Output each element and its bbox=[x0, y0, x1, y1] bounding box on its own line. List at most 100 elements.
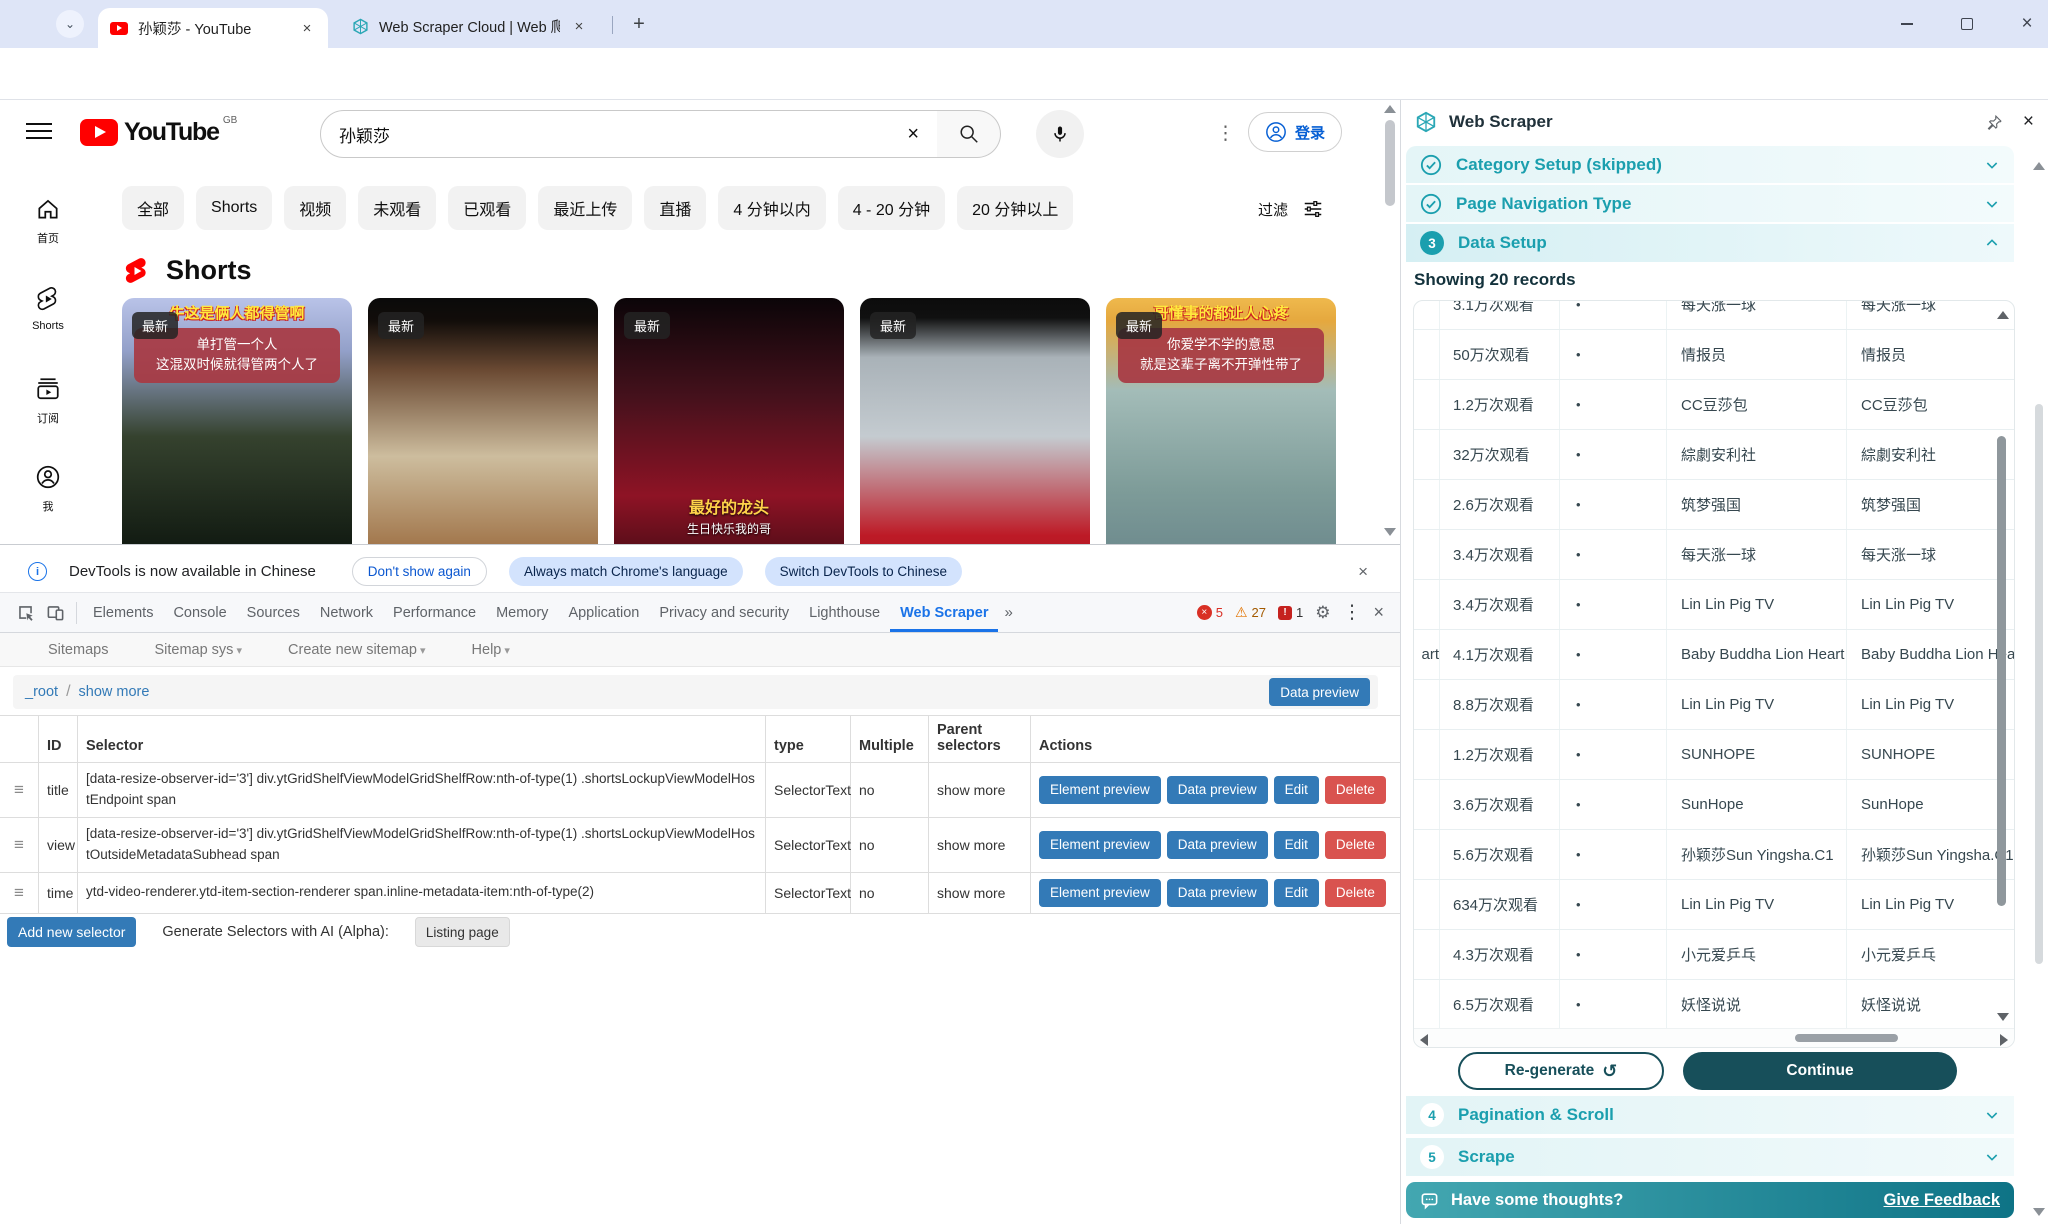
filter-chip[interactable]: 直播 bbox=[644, 186, 706, 230]
scroll-right-arrow[interactable] bbox=[2000, 1034, 2008, 1046]
notice-close-icon[interactable] bbox=[1358, 562, 1368, 582]
table-horizontal-scrollbar[interactable] bbox=[1414, 1028, 2014, 1047]
filter-chip[interactable]: 4 - 20 分钟 bbox=[838, 186, 945, 230]
nav-help[interactable]: Help bbox=[472, 642, 510, 658]
chevron-down-icon[interactable] bbox=[1984, 196, 2000, 212]
section-pagination-scroll[interactable]: 4 Pagination & Scroll bbox=[1406, 1096, 2014, 1134]
selector-parent[interactable]: show more bbox=[929, 873, 1031, 913]
element-preview-button[interactable]: Element preview bbox=[1039, 879, 1161, 907]
delete-button[interactable]: Delete bbox=[1325, 831, 1386, 859]
breadcrumb-show-more-link[interactable]: show more bbox=[79, 684, 150, 700]
youtube-scrollbar[interactable] bbox=[1382, 100, 1398, 545]
selector-parent[interactable]: show more bbox=[929, 818, 1031, 872]
match-language-button[interactable]: Always match Chrome's language bbox=[509, 557, 743, 586]
warning-badge[interactable]: ⚠27 bbox=[1235, 604, 1266, 621]
nav-sitemap-sys[interactable]: Sitemap sys bbox=[154, 642, 242, 658]
drag-handle[interactable] bbox=[0, 818, 39, 872]
panel-scrollbar-thumb[interactable] bbox=[2035, 404, 2043, 964]
new-tab-button[interactable] bbox=[626, 11, 652, 37]
devtools-tab[interactable]: Application bbox=[558, 593, 649, 632]
shorts-card-1[interactable]: 牛这是俩人都得管啊 单打管一个人这混双时候就得管两个人了 最新 bbox=[122, 298, 352, 545]
search-input[interactable]: 孙颖莎 bbox=[320, 110, 938, 158]
devtools-tab[interactable]: Elements bbox=[83, 593, 163, 632]
breadcrumb-root-link[interactable]: _root bbox=[25, 684, 58, 700]
devtools-tab[interactable]: Sources bbox=[237, 593, 310, 632]
selector-parent[interactable]: show more bbox=[929, 763, 1031, 817]
scroll-down-arrow[interactable] bbox=[1384, 528, 1396, 536]
shorts-card-4[interactable]: 最新 bbox=[860, 298, 1090, 545]
voice-search-button[interactable] bbox=[1036, 110, 1084, 158]
clear-search-icon[interactable] bbox=[907, 123, 919, 146]
edit-button[interactable]: Edit bbox=[1274, 879, 1319, 907]
sidebar-item-shorts[interactable]: Shorts bbox=[8, 286, 88, 332]
tab-search-button[interactable]: ⌄ bbox=[56, 10, 84, 38]
table-vertical-scrollbar-thumb[interactable] bbox=[1997, 436, 2006, 906]
filter-chip[interactable]: Shorts bbox=[196, 186, 272, 230]
chevron-down-icon[interactable] bbox=[1984, 1149, 2000, 1165]
window-close-button[interactable] bbox=[2012, 14, 2042, 34]
devtools-tab[interactable]: Privacy and security bbox=[649, 593, 799, 632]
continue-button[interactable]: Continue bbox=[1683, 1052, 1957, 1090]
sidebar-item-subscriptions[interactable]: 订阅 bbox=[8, 376, 88, 426]
filter-chip[interactable]: 视频 bbox=[284, 186, 346, 230]
listing-page-button[interactable]: Listing page bbox=[415, 917, 510, 947]
drag-handle[interactable] bbox=[0, 763, 39, 817]
chevron-down-icon[interactable] bbox=[1984, 157, 2000, 173]
delete-button[interactable]: Delete bbox=[1325, 776, 1386, 804]
scroll-left-arrow[interactable] bbox=[1420, 1034, 1428, 1046]
panel-scroll-up-arrow[interactable] bbox=[2033, 162, 2045, 170]
filter-control[interactable]: 过滤 bbox=[1258, 198, 1324, 220]
regenerate-button[interactable]: Re-generate bbox=[1458, 1052, 1664, 1090]
chevron-down-icon[interactable] bbox=[1984, 1107, 2000, 1123]
tab-close-icon[interactable] bbox=[570, 18, 588, 35]
device-toolbar-icon[interactable] bbox=[40, 598, 70, 628]
devtools-tab-web-scraper[interactable]: Web Scraper bbox=[890, 593, 998, 632]
search-button[interactable] bbox=[937, 110, 1001, 158]
devtools-tab[interactable]: Memory bbox=[486, 593, 558, 632]
inspect-element-icon[interactable] bbox=[10, 598, 40, 628]
devtools-tab[interactable]: Console bbox=[163, 593, 236, 632]
panel-scrollbar[interactable] bbox=[2031, 144, 2047, 1224]
filter-chip[interactable]: 未观看 bbox=[358, 186, 436, 230]
data-preview-button[interactable]: Data preview bbox=[1167, 776, 1268, 804]
youtube-options-button[interactable] bbox=[1216, 122, 1235, 145]
devtools-tab[interactable]: Performance bbox=[383, 593, 486, 632]
section-data-setup[interactable]: 3 Data Setup bbox=[1406, 224, 2014, 262]
table-scroll-down-arrow[interactable] bbox=[1997, 1013, 2009, 1021]
window-maximize-button[interactable] bbox=[1952, 14, 1982, 34]
sidebar-item-home[interactable]: 首页 bbox=[8, 196, 88, 246]
more-tabs-chevron[interactable]: » bbox=[998, 604, 1018, 621]
window-minimize-button[interactable] bbox=[1892, 14, 1922, 34]
devtools-settings-icon[interactable] bbox=[1315, 603, 1330, 623]
chevron-up-icon[interactable] bbox=[1984, 235, 2000, 251]
filter-chip[interactable]: 全部 bbox=[122, 186, 184, 230]
filter-chip[interactable]: 已观看 bbox=[448, 186, 526, 230]
tab-webscraper-cloud[interactable]: Web Scraper Cloud | Web 爬 bbox=[340, 8, 600, 44]
devtools-menu-icon[interactable] bbox=[1342, 601, 1361, 624]
section-page-navigation-type[interactable]: Page Navigation Type bbox=[1406, 185, 2014, 222]
dont-show-again-button[interactable]: Don't show again bbox=[352, 557, 487, 586]
search-value[interactable]: 孙颖莎 bbox=[339, 122, 907, 147]
error-badge[interactable]: ×5 bbox=[1197, 605, 1223, 620]
pin-icon[interactable] bbox=[1986, 114, 2003, 131]
tab-close-icon[interactable] bbox=[298, 20, 316, 37]
nav-sitemaps[interactable]: Sitemaps bbox=[48, 642, 108, 658]
devtools-tab[interactable]: Lighthouse bbox=[799, 593, 890, 632]
panel-close-icon[interactable] bbox=[2023, 111, 2034, 133]
edit-button[interactable]: Edit bbox=[1274, 831, 1319, 859]
tab-youtube[interactable]: 孙颖莎 - YouTube bbox=[98, 8, 328, 48]
shorts-card-2[interactable]: 最新 bbox=[368, 298, 598, 545]
panel-scroll-down-arrow[interactable] bbox=[2033, 1208, 2045, 1216]
devtools-close-icon[interactable] bbox=[1373, 602, 1384, 623]
element-preview-button[interactable]: Element preview bbox=[1039, 831, 1161, 859]
horizontal-scrollbar-thumb[interactable] bbox=[1795, 1034, 1898, 1042]
shorts-card-5[interactable]: 哥懂事的都让人心疼 你爱学不学的意思就是这辈子离不开弹性带了 最新 bbox=[1106, 298, 1336, 545]
section-category-setup[interactable]: Category Setup (skipped) bbox=[1406, 146, 2014, 183]
filter-chip[interactable]: 最近上传 bbox=[538, 186, 632, 230]
sidebar-item-me[interactable]: 我 bbox=[8, 464, 88, 514]
section-scrape[interactable]: 5 Scrape bbox=[1406, 1138, 2014, 1176]
data-preview-button[interactable]: Data preview bbox=[1167, 831, 1268, 859]
devtools-tab[interactable]: Network bbox=[310, 593, 383, 632]
filter-chip[interactable]: 20 分钟以上 bbox=[957, 186, 1073, 230]
switch-to-chinese-button[interactable]: Switch DevTools to Chinese bbox=[765, 557, 962, 586]
